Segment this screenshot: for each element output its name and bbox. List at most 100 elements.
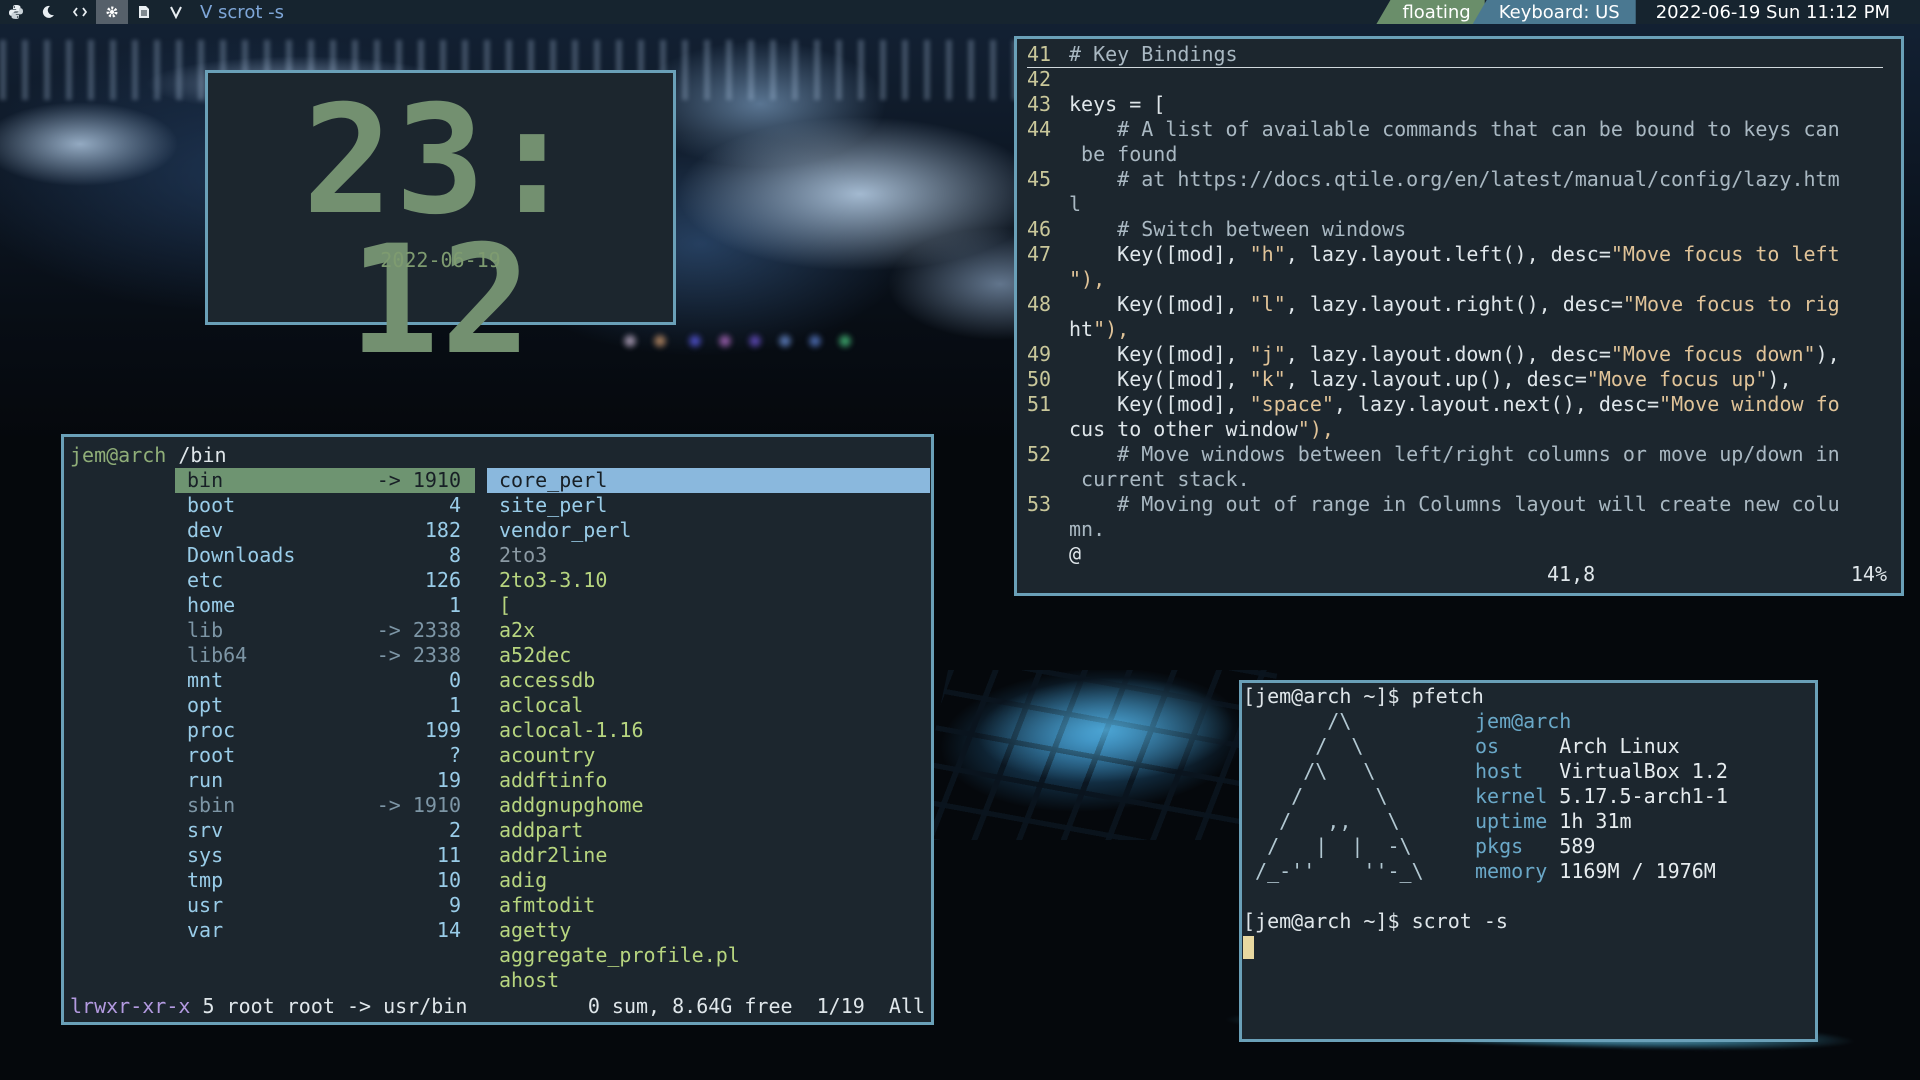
entry-size: -> 2338 [376,618,461,642]
current-pane-entry[interactable]: vendor_perl [487,518,930,543]
wallpaper-keyboard [911,670,1279,840]
parent-pane-entry[interactable]: tmp 10 [175,868,475,893]
current-pane-entry[interactable]: 2to3 [487,543,930,568]
editor-line: 43 keys = [ [1027,92,1165,117]
vim-icon[interactable] [160,0,192,24]
line-text: Key([mod], "space", lazy.layout.next(), … [1069,392,1840,416]
entry-size: 182 [424,518,461,542]
parent-pane-entry[interactable]: Downloads 8 [175,543,475,568]
info-value: Arch Linux [1559,734,1680,758]
info-row: kernel 5.17.5-arch1-1 [1475,784,1728,809]
parent-pane-entry[interactable]: sys 11 [175,843,475,868]
line-number: 46 [1027,217,1052,241]
logo-line: /\ \ [1243,759,1436,783]
current-pane-entry[interactable]: site_perl [487,493,930,518]
entry-size: 11 [436,843,461,867]
editor-line: 42 [1027,67,1069,92]
current-pane-entry[interactable]: 2to3-3.10 [487,568,930,593]
current-pane-entry[interactable]: addftinfo [487,768,930,793]
entry-size: 9 [448,893,461,917]
parent-pane-entry[interactable]: bin -> 1910 [175,468,475,493]
editor-line: cus to other window"), [1027,417,1334,442]
document-icon[interactable] [128,0,160,24]
current-pane-entry[interactable]: ahost [487,968,930,993]
parent-pane-entry[interactable]: usr 9 [175,893,475,918]
info-value: 1169M / 1976M [1559,859,1716,883]
line-text: Key([mod], "j", lazy.layout.down(), desc… [1069,342,1840,366]
python-icon[interactable] [0,0,32,24]
parent-pane-entry[interactable]: run 19 [175,768,475,793]
current-pane-entry[interactable]: agetty [487,918,930,943]
editor-line: current stack. [1027,467,1250,492]
file-permissions: lrwxr-xr-x [70,994,191,1018]
entry-name: sys [187,843,224,867]
current-path: /bin [166,443,227,467]
parent-pane-entry[interactable]: lib64 -> 2338 [175,643,475,668]
current-pane-entry[interactable]: afmtodit [487,893,930,918]
gear-icon[interactable] [96,0,128,24]
current-pane-entry[interactable]: addpart [487,818,930,843]
entry-name: lib64 [187,643,248,667]
current-pane-entry[interactable]: adig [487,868,930,893]
parent-pane-entry[interactable]: var 14 [175,918,475,943]
current-pane-entry[interactable]: aclocal-1.16 [487,718,930,743]
entry-name: lib [187,618,224,642]
wallpaper-led-lights [620,326,860,356]
parent-pane-entry[interactable]: etc 126 [175,568,475,593]
editor-line: 51 Key([mod], "space", lazy.layout.next(… [1027,392,1840,417]
vim-editor-window[interactable]: 41 # Key Bindings 42 43 keys = [44 # A list … [1014,36,1904,596]
terminal-window[interactable]: [jem@arch ~]$ pfetch /\ / \ /\ \ / \ / ,… [1239,680,1818,1042]
entry-size: 0 [448,668,461,692]
parent-pane-entry[interactable]: mnt 0 [175,668,475,693]
parent-pane-entry[interactable]: proc 199 [175,718,475,743]
parent-pane-entry[interactable]: boot 4 [175,493,475,518]
entry-size: 19 [436,768,461,792]
terminal-cursor[interactable] [1243,934,1254,959]
current-pane-entry[interactable]: [ [487,593,930,618]
entry-name: boot [187,493,236,517]
line-number: 44 [1027,117,1052,141]
current-pane-entry[interactable]: accessdb [487,668,930,693]
layout-indicator[interactable]: floating [1376,0,1485,24]
current-pane-entry[interactable]: a2x [487,618,930,643]
clock-window[interactable]: 23: 12 2022-06-19 [205,70,676,376]
entry-name: tmp [187,868,224,892]
code-icon[interactable] [64,0,96,24]
parent-pane-entry[interactable]: home 1 [175,593,475,618]
info-value: 5.17.5-arch1-1 [1559,784,1728,808]
line-number: 43 [1027,92,1052,116]
current-pane-entry[interactable]: aggregate_profile.pl [487,943,930,968]
current-pane-entry[interactable]: acountry [487,743,930,768]
logo-line: / ,, \ [1243,809,1436,833]
current-pane-entry[interactable]: core_perl [487,468,930,493]
current-pane-entry[interactable]: aclocal [487,693,930,718]
line-text: cus to other window"), [1069,417,1334,441]
parent-pane-entry[interactable]: dev 182 [175,518,475,543]
file-manager-window[interactable]: jem@arch /bin bin -> 1910 boot 4 dev 182 Downl… [61,434,934,1025]
current-pane-entry[interactable]: a52dec [487,643,930,668]
terminal-prompt-scrot: [jem@arch ~]$ scrot -s [1243,909,1508,933]
entry-name: addgnupghome [499,793,644,817]
file-info: 5 root root -> usr/bin [190,994,468,1018]
parent-pane-entry[interactable]: sbin -> 1910 [175,793,475,818]
entry-size: 10 [436,868,461,892]
info-value: VirtualBox 1.2 [1559,759,1728,783]
keyboard-layout[interactable]: Keyboard: US [1472,0,1636,24]
info-key: uptime [1475,809,1560,833]
logo-line: /\ [1243,709,1436,733]
info-row: uptime 1h 31m [1475,809,1632,834]
parent-pane-entry[interactable]: root? [175,743,475,768]
entry-size: -> 2338 [376,643,461,667]
status-summary: 0 sum, 8.64G free 1/19 All [587,994,925,1018]
parent-pane-entry[interactable]: lib -> 2338 [175,618,475,643]
moon-icon[interactable] [32,0,64,24]
group-box: V scrot -s [0,0,284,24]
entry-name: core_perl [499,468,608,492]
parent-pane-entry[interactable]: srv 2 [175,818,475,843]
info-row: memory 1169M / 1976M [1475,859,1716,884]
current-pane-entry[interactable]: addgnupghome [487,793,930,818]
parent-pane-entry[interactable]: opt 1 [175,693,475,718]
entry-name: addr2line [499,843,608,867]
current-pane-entry[interactable]: addr2line [487,843,930,868]
pfetch-userhost: jem@arch [1475,709,1572,733]
